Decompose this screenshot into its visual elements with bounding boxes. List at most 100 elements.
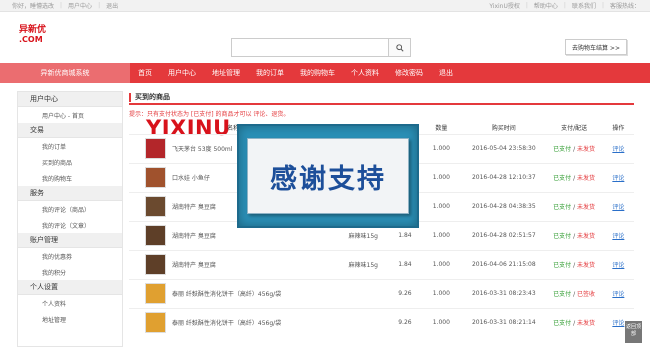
sidebar-item[interactable]: 买到的商品 [18, 154, 122, 170]
product-thumbnail[interactable] [145, 225, 166, 246]
table-row: 泰丽 纤麸酥性消化饼干（高纤）456g/袋 9.26 1.000 2016-03-31… [129, 307, 634, 337]
product-name[interactable]: 湖南特产 臭豆腐 [172, 231, 216, 240]
product-spec [337, 278, 390, 308]
ship-status: 未发货 [577, 146, 596, 153]
sidebar-item[interactable]: 用户中心 - 首页 [18, 107, 122, 123]
page-title-text: 买到的商品 [135, 93, 170, 101]
sidebar-item[interactable]: 我的评论（商品） [18, 201, 122, 217]
product-thumbnail[interactable] [145, 196, 166, 217]
sidebar-item[interactable]: 我的积分 [18, 264, 122, 280]
product-price: 9.26 [389, 307, 421, 337]
product-name[interactable]: 湖南特产 臭豆腐 [172, 260, 216, 269]
product-price: 9.26 [389, 278, 421, 308]
nav-item[interactable]: 我的订单 [248, 63, 292, 83]
purchase-time: 2016-03-31 08:23:43 [462, 278, 546, 308]
product-thumbnail[interactable] [145, 138, 166, 159]
column-header: 操作 [612, 124, 625, 132]
nav-item[interactable]: 地址管理 [204, 63, 248, 83]
comment-link[interactable]: 评论 [612, 233, 624, 240]
product-spec [337, 307, 390, 337]
nav-item[interactable]: 修改密码 [387, 63, 431, 83]
sidebar-item[interactable]: 地址管理 [18, 311, 122, 327]
nav-item[interactable]: 个人资料 [343, 63, 387, 83]
nav-item[interactable]: 用户中心 [160, 63, 204, 83]
status-cell: 已支付 / 未发货 [545, 191, 603, 221]
purchase-time: 2016-05-04 23:58:30 [462, 133, 546, 163]
ship-status: 未发货 [577, 175, 596, 182]
logo-chinese-text: 异新优 [19, 25, 47, 35]
product-qty: 1.000 [420, 133, 463, 163]
sidebar: 用户中心 用户中心 - 首页 交易 我的订单 买到的商品 我的购物车 服务 我的评论（商品）我… [17, 91, 123, 347]
comment-link[interactable]: 评论 [612, 262, 624, 269]
search-button[interactable] [388, 39, 410, 56]
product-qty: 1.000 [420, 278, 463, 308]
purchase-time: 2016-04-28 12:10:37 [462, 162, 546, 192]
status-cell: 已支付 / 未发货 [545, 307, 603, 337]
column-header: 购买时间 [491, 124, 516, 132]
search-icon [395, 43, 404, 52]
column-header: 数量 [435, 124, 448, 132]
cart-checkout-button[interactable]: 去购物车结算 >> [565, 39, 627, 55]
sidebar-item[interactable]: 个人资料 [18, 295, 122, 311]
comment-link[interactable]: 评论 [612, 204, 624, 211]
pay-status: 已支付 [553, 146, 572, 153]
purchase-time: 2016-03-31 08:21:14 [462, 307, 546, 337]
ship-status: 未发货 [577, 262, 596, 269]
site-logo[interactable]: YIXINU 异新优 .COM [17, 25, 230, 140]
table-row: 湖南特产 臭豆腐 麻辣味15g 1.84 1.000 2016-04-06 21:15:… [129, 249, 634, 279]
comment-link[interactable]: 评论 [612, 146, 624, 153]
top-bar: 你好，睡懵选改 | 用户中心 | 退出 YixinU授权 | 帮助中心 | 联系… [0, 0, 650, 12]
product-name[interactable]: 泰丽 纤麸酥性消化饼干（高纤）456g/袋 [172, 289, 281, 298]
product-name[interactable]: 湖南特产 臭豆腐 [172, 202, 216, 211]
comment-link[interactable]: 评论 [612, 291, 624, 298]
pay-status: 已支付 [553, 175, 572, 182]
logo-domain-text: .COM [19, 35, 43, 44]
purchase-time: 2016-04-28 02:51:57 [462, 220, 546, 250]
back-to-top-button[interactable]: 返回顶部 [625, 321, 642, 343]
status-cell: 已支付 / 未发货 [545, 249, 603, 279]
status-cell: 已支付 / 未发货 [545, 162, 603, 192]
sidebar-section-title: 交易 [18, 123, 122, 138]
main-nav: 异新优商城系统 首页 用户中心 地址管理 我的订单 我的购物车 个人资料 修改密码 退出 [0, 63, 650, 83]
ship-status: 未发货 [577, 233, 596, 240]
product-qty: 1.000 [420, 249, 463, 279]
nav-category[interactable]: 异新优商城系统 [0, 63, 130, 83]
top-user-center-link[interactable]: 用户中心 [68, 1, 92, 10]
help-center-link[interactable]: 帮助中心 [534, 1, 558, 10]
greeting-text: 你好，睡懵选改 [12, 3, 55, 10]
nav-item[interactable]: 退出 [431, 63, 461, 83]
product-name[interactable]: 泰丽 纤麸酥性消化饼干（高纤）456g/袋 [172, 318, 281, 327]
sidebar-item[interactable]: 我的购物车 [18, 170, 122, 186]
product-thumbnail[interactable] [145, 167, 166, 188]
sidebar-section-title: 服务 [18, 186, 122, 201]
search-input[interactable] [232, 39, 388, 56]
status-cell: 已支付 / 未发货 [545, 133, 603, 163]
product-qty: 1.000 [420, 307, 463, 337]
sidebar-item[interactable]: 我的优惠券 [18, 248, 122, 264]
hint-text: 提示：只有支付状态为 [已支付] 的商品才可以 评论、退货。 [129, 111, 290, 118]
sidebar-item[interactable]: 我的订单 [18, 138, 122, 154]
comment-link[interactable]: 评论 [612, 320, 624, 327]
sidebar-item[interactable]: 我的评论（文章） [18, 217, 122, 233]
sidebar-section-title: 个人设置 [18, 280, 122, 295]
thanks-panel: 感谢支持 [247, 138, 409, 214]
product-thumbnail[interactable] [145, 312, 166, 334]
comment-link[interactable]: 评论 [612, 175, 624, 182]
product-qty: 1.000 [420, 220, 463, 250]
site-notice-link[interactable]: YixinU授权 [489, 1, 520, 10]
product-thumbnail[interactable] [145, 283, 166, 304]
nav-item[interactable]: 我的购物车 [292, 63, 343, 83]
contact-link[interactable]: 联系我们 [572, 1, 596, 10]
status-cell: 已支付 / 未发货 [545, 220, 603, 250]
pay-status: 已支付 [553, 291, 572, 298]
thanks-overlay: 感谢支持 [237, 124, 419, 228]
product-price: 1.84 [389, 249, 421, 279]
status-cell: 已支付 / 已签收 [545, 278, 603, 308]
top-logout-link[interactable]: 退出 [106, 1, 118, 10]
nav-item[interactable]: 首页 [130, 63, 160, 83]
product-name[interactable]: 飞天茅台 53度 500ml [172, 144, 232, 153]
table-row: 泰丽 纤麸酥性消化饼干（高纤）456g/袋 9.26 1.000 2016-03-31… [129, 278, 634, 308]
product-name[interactable]: 口水娃 小鱼仔 [172, 173, 210, 182]
hotline-text: 客服热线： [609, 3, 640, 10]
product-thumbnail[interactable] [145, 254, 166, 275]
